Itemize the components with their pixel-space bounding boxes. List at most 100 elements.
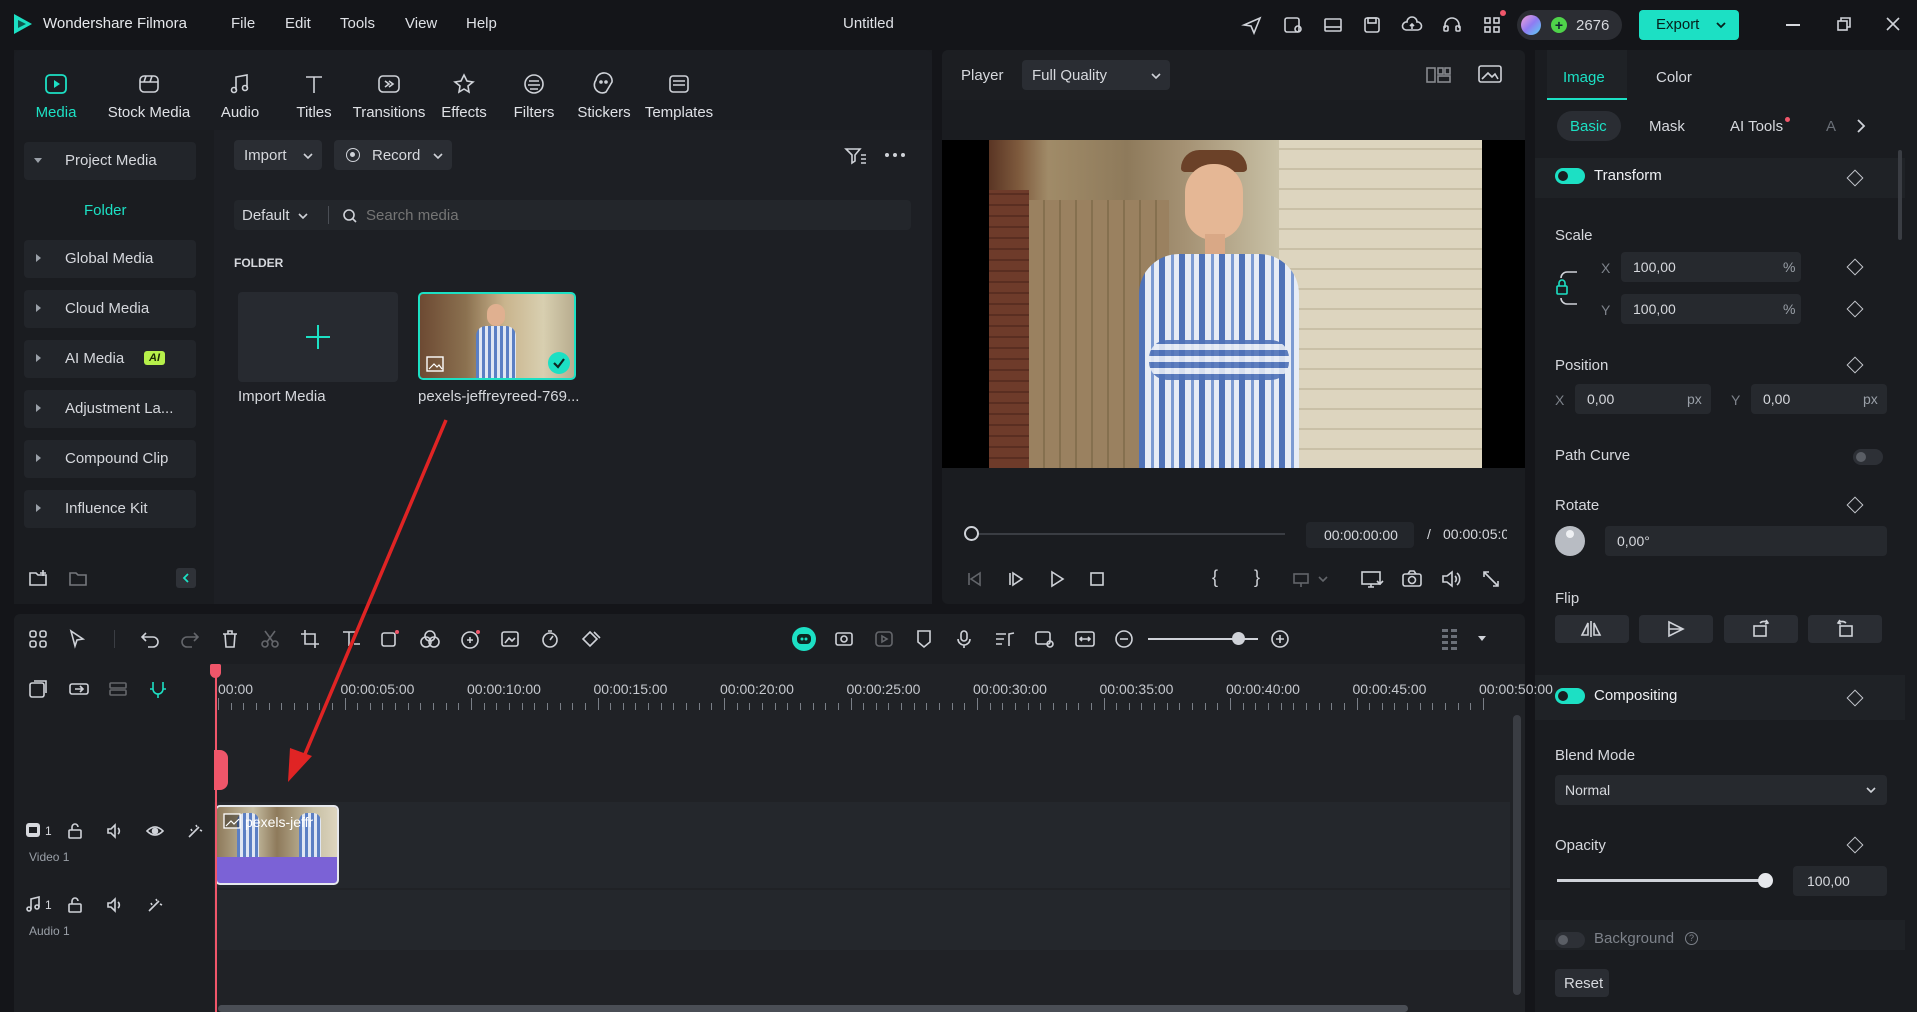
save-icon[interactable] [1360, 13, 1384, 37]
display-settings-icon[interactable] [1360, 569, 1384, 589]
mark-out-icon[interactable]: } [1254, 567, 1260, 588]
step-forward-icon[interactable] [1006, 569, 1026, 589]
current-time[interactable]: 00:00:00:00 [1306, 522, 1414, 548]
camera-icon[interactable] [1401, 569, 1423, 589]
rotate-keyframe-icon[interactable] [1846, 496, 1864, 514]
add-track-icon[interactable] [28, 679, 48, 699]
layout-grid-icon[interactable] [28, 629, 48, 649]
transform-toggle[interactable] [1555, 168, 1585, 184]
menu-tools[interactable]: Tools [340, 15, 375, 32]
flip-horizontal-button[interactable] [1555, 615, 1629, 643]
import-dropdown[interactable]: Import [234, 140, 322, 170]
select-tool-icon[interactable] [68, 629, 90, 649]
subtab-mask[interactable]: Mask [1649, 118, 1685, 135]
scale-x-field[interactable]: 100,00 % [1621, 252, 1801, 282]
compositing-toggle[interactable] [1555, 688, 1585, 704]
group-track-icon[interactable] [108, 679, 128, 699]
audio-track-mute-icon[interactable] [106, 896, 124, 914]
audio-track-row[interactable] [214, 890, 1510, 950]
chevron-down-icon[interactable] [1715, 19, 1727, 31]
restore-icon[interactable] [1836, 16, 1852, 32]
track-layout-icon[interactable] [1440, 627, 1460, 651]
position-keyframe-icon[interactable] [1846, 356, 1864, 374]
zoom-out-icon[interactable] [1114, 629, 1134, 649]
ai-copilot-icon[interactable] [792, 627, 816, 651]
feedback-icon[interactable] [1281, 13, 1305, 37]
microphone-icon[interactable] [954, 629, 974, 649]
link-track-icon[interactable] [68, 679, 90, 699]
sidebar-item-compound-clip[interactable]: Compound Clip [24, 440, 196, 478]
video-track-lock-icon[interactable] [66, 822, 84, 840]
timeline-clip[interactable]: pexels-jeffr [215, 805, 339, 885]
speed-icon[interactable] [540, 629, 560, 649]
snapshot-view-icon[interactable] [1478, 64, 1502, 84]
marker-icon[interactable] [914, 629, 934, 649]
scrubber-track[interactable] [971, 533, 1285, 535]
scale-y-keyframe-icon[interactable] [1846, 300, 1864, 318]
scale-x-keyframe-icon[interactable] [1846, 258, 1864, 276]
menu-view[interactable]: View [405, 15, 437, 32]
blend-mode-select[interactable]: Normal [1555, 775, 1887, 805]
position-x-field[interactable]: 0,00 px [1575, 384, 1711, 414]
rotate-counterclockwise-button[interactable] [1808, 615, 1882, 643]
tab-media[interactable]: Media [30, 50, 82, 130]
caret-down-icon[interactable] [1478, 636, 1486, 641]
sidebar-item-ai-media[interactable]: AI Media AI [24, 340, 196, 378]
tab-templates[interactable]: Templates [634, 50, 724, 130]
scrubber-handle[interactable] [964, 526, 979, 541]
video-track-visibility-icon[interactable] [146, 822, 164, 840]
props-tab-color[interactable]: Color [1656, 69, 1692, 86]
sidebar-item-cloud-media[interactable]: Cloud Media [24, 290, 196, 328]
send-icon[interactable] [1240, 13, 1264, 37]
opacity-keyframe-icon[interactable] [1846, 836, 1864, 854]
rotate-dial[interactable] [1555, 526, 1585, 556]
playhead-handle[interactable] [210, 664, 221, 678]
subtab-basic[interactable]: Basic [1557, 111, 1621, 141]
timeline-hscrollbar[interactable] [218, 1005, 1408, 1012]
opacity-slider-handle[interactable] [1758, 873, 1773, 888]
credits-badge[interactable]: + 2676 [1517, 10, 1622, 40]
timeline-vscrollbar[interactable] [1513, 715, 1521, 995]
video-track-effects-icon[interactable] [186, 822, 204, 840]
search-input[interactable] [366, 202, 886, 228]
export-button[interactable]: Export [1639, 10, 1739, 40]
layout-icon[interactable] [1321, 13, 1345, 37]
redo-icon[interactable] [180, 629, 200, 649]
help-icon[interactable]: ? [1685, 932, 1698, 945]
render-preview-icon[interactable] [874, 629, 896, 649]
magnet-snap-icon[interactable] [148, 679, 168, 699]
sidebar-item-influence-kit[interactable]: Influence Kit [24, 490, 196, 528]
import-media-tile[interactable] [238, 292, 398, 382]
ai-image-icon[interactable] [500, 629, 522, 649]
tab-titles[interactable]: Titles [279, 50, 349, 130]
avatar[interactable] [1521, 15, 1541, 35]
play-icon[interactable] [1047, 569, 1067, 589]
menu-edit[interactable]: Edit [285, 15, 311, 32]
audio-track-effects-icon[interactable] [146, 896, 164, 914]
fit-timeline-icon[interactable] [1074, 629, 1096, 649]
tab-effects[interactable]: Effects [429, 50, 499, 130]
split-marker[interactable] [214, 750, 228, 790]
flip-vertical-button[interactable] [1639, 615, 1713, 643]
rotate-clockwise-button[interactable] [1724, 615, 1798, 643]
background-toggle[interactable] [1555, 932, 1585, 948]
record-dropdown[interactable]: Record [334, 140, 452, 170]
delete-icon[interactable] [220, 629, 240, 649]
sidebar-item-global-media[interactable]: Global Media [24, 240, 196, 278]
tab-stickers[interactable]: Stickers [569, 50, 639, 130]
menu-file[interactable]: File [231, 15, 255, 32]
opacity-field[interactable]: 100,00 [1793, 866, 1887, 896]
collapse-sidebar-button[interactable] [176, 568, 196, 588]
fullscreen-icon[interactable] [1481, 569, 1501, 589]
lock-ratio-icon[interactable] [1555, 262, 1581, 314]
more-options-icon[interactable] [884, 152, 906, 158]
ai-portrait-icon[interactable] [834, 629, 856, 649]
minimize-icon[interactable] [1786, 24, 1800, 26]
sort-dropdown[interactable]: Default [242, 207, 309, 224]
zoom-in-icon[interactable] [1270, 629, 1290, 649]
ai-audio-icon[interactable] [460, 629, 482, 649]
video-preview[interactable] [942, 140, 1525, 468]
tab-transitions[interactable]: Transitions [344, 50, 434, 130]
audio-mixer-icon[interactable] [994, 629, 1016, 649]
menu-help[interactable]: Help [466, 15, 497, 32]
